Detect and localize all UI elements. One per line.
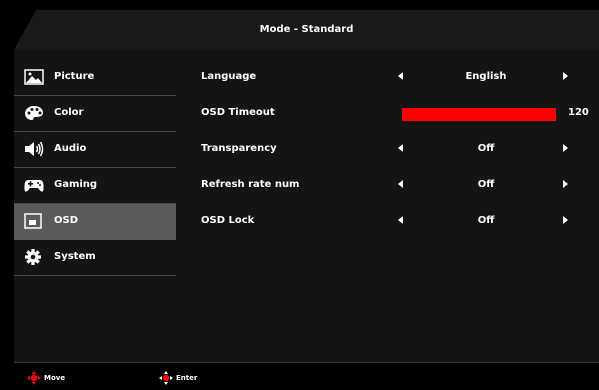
- gear-icon: [25, 249, 41, 265]
- setting-label: Language: [201, 71, 257, 82]
- osd-window-icon: [24, 213, 42, 229]
- setting-label: Transparency: [201, 143, 277, 154]
- sidebar-item-label: Picture: [54, 71, 95, 82]
- speaker-icon: [25, 141, 44, 157]
- sidebar-item-label: System: [54, 251, 96, 262]
- arrow-left-icon[interactable]: [398, 144, 403, 152]
- page-title: Mode - Standard: [259, 24, 354, 35]
- setting-row-refresh-rate-num[interactable]: Refresh rate num Off: [176, 168, 599, 204]
- osd-menu: Mode - Standard Picture Color Audio Gami…: [0, 0, 599, 389]
- sidebar-item-label: Color: [54, 107, 84, 118]
- setting-value: English: [465, 71, 507, 82]
- sidebar-item-gaming[interactable]: Gaming: [14, 168, 176, 204]
- enter-label: Enter: [176, 374, 198, 382]
- setting-label: OSD Timeout: [201, 107, 275, 118]
- sidebar-item-label: OSD: [54, 215, 79, 226]
- setting-label: OSD Lock: [201, 215, 255, 226]
- sidebar-item-label: Audio: [54, 143, 87, 154]
- arrow-right-icon[interactable]: [563, 72, 568, 80]
- setting-row-osd-lock[interactable]: OSD Lock Off: [176, 204, 599, 240]
- arrow-left-icon[interactable]: [398, 72, 403, 80]
- setting-row-transparency[interactable]: Transparency Off: [176, 132, 599, 168]
- setting-value: Off: [477, 143, 495, 154]
- arrow-left-icon[interactable]: [398, 180, 403, 188]
- setting-row-osd-timeout[interactable]: OSD Timeout 120: [176, 96, 599, 132]
- arrow-right-icon[interactable]: [563, 216, 568, 224]
- setting-row-language[interactable]: Language English: [176, 60, 599, 96]
- footer-bar: Move Enter: [14, 362, 599, 390]
- sidebar-item-system[interactable]: System: [14, 240, 176, 276]
- osd-timeout-slider[interactable]: [402, 108, 556, 121]
- arrow-left-icon[interactable]: [398, 216, 403, 224]
- settings-list: Language English OSD Timeout 120 Transpa…: [176, 60, 599, 240]
- picture-icon: [24, 69, 44, 85]
- setting-label: Refresh rate num: [201, 179, 300, 190]
- joystick-enter-icon: [159, 371, 173, 385]
- setting-value: Off: [477, 179, 495, 190]
- setting-value: Off: [477, 215, 495, 226]
- arrow-right-icon[interactable]: [563, 180, 568, 188]
- sidebar-item-picture[interactable]: Picture: [14, 60, 176, 96]
- sidebar-item-label: Gaming: [54, 179, 98, 190]
- slider-fill: [402, 108, 556, 121]
- sidebar: Picture Color Audio Gaming OSD System: [14, 60, 176, 276]
- sidebar-item-osd[interactable]: OSD: [14, 204, 176, 240]
- gamepad-icon: [24, 180, 44, 192]
- move-label: Move: [44, 374, 66, 382]
- sidebar-item-audio[interactable]: Audio: [14, 132, 176, 168]
- palette-icon: [25, 106, 43, 120]
- slider-value: 120: [568, 107, 589, 118]
- sidebar-item-color[interactable]: Color: [14, 96, 176, 132]
- arrow-right-icon[interactable]: [563, 144, 568, 152]
- joystick-move-icon: [27, 371, 41, 385]
